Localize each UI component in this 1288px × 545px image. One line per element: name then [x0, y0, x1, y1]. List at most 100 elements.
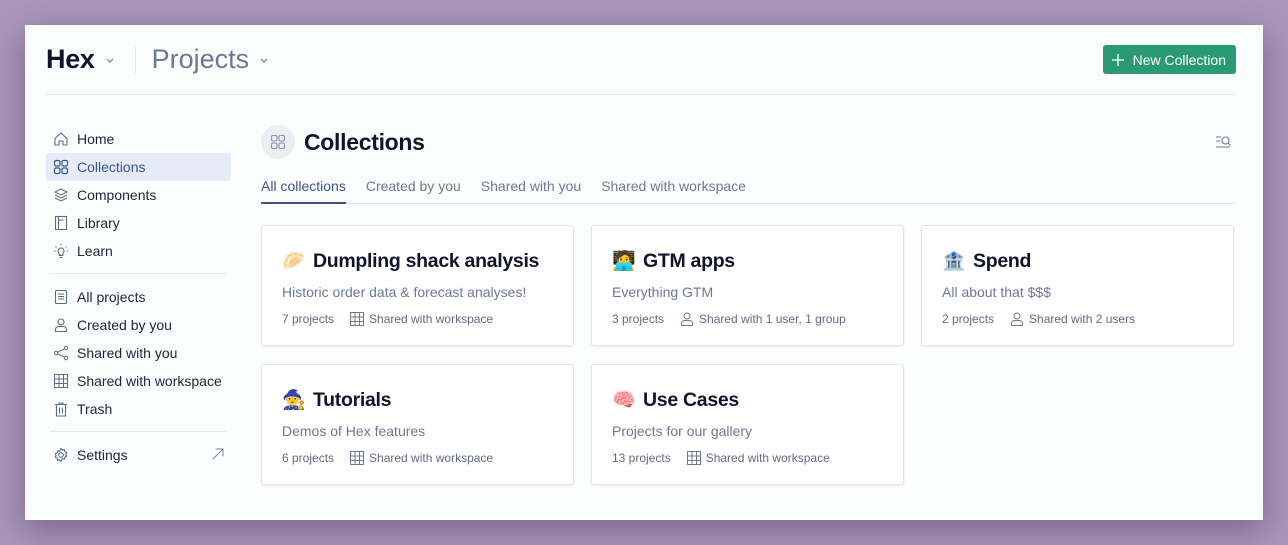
sidebar-item-home[interactable]: Home [46, 125, 231, 153]
dumpling-emoji-icon: 🥟 [282, 250, 306, 272]
new-collection-button[interactable]: New Collection [1102, 45, 1236, 74]
app-window: Hex Projects New Collection Home Collect… [25, 25, 1263, 520]
card-title-row: 🧙 Tutorials [282, 387, 553, 413]
project-count: 3 projects [612, 312, 665, 326]
collection-meta: 6 projects Shared with workspace [282, 450, 553, 466]
search-filter-icon [1216, 136, 1231, 148]
chevron-down-icon [106, 58, 114, 63]
collection-description: Projects for our gallery [612, 423, 753, 439]
sidebar-item-settings[interactable]: Settings [46, 441, 231, 469]
brain-emoji-icon: 🧠 [612, 389, 636, 411]
trash-icon [52, 400, 70, 418]
user-icon [679, 311, 695, 327]
section-name: Projects [151, 44, 250, 74]
collection-name: GTM apps [643, 249, 735, 272]
sidebar-item-label: Learn [77, 243, 113, 259]
sidebar-item-label: Collections [77, 159, 146, 175]
building-icon [349, 311, 365, 327]
sidebar-item-label: Settings [77, 447, 128, 463]
main-content: Collections All collections Created by y… [261, 125, 1236, 485]
divider [134, 46, 136, 73]
sidebar-item-label: Home [77, 131, 115, 147]
collections-icon [52, 158, 70, 176]
building-icon [349, 450, 365, 466]
bank-emoji-icon: 🏦 [942, 250, 966, 272]
collection-name: Use Cases [643, 388, 739, 411]
user-icon [1009, 311, 1025, 327]
home-icon [52, 130, 70, 148]
collections-grid: 🥟 Dumpling shack analysis Historic order… [261, 225, 1236, 485]
collection-name: Tutorials [313, 388, 392, 411]
building-icon [52, 372, 70, 390]
sidebar-item-created-by-you[interactable]: Created by you [46, 311, 231, 339]
document-icon [52, 288, 70, 306]
collection-card[interactable]: 🥟 Dumpling shack analysis Historic order… [261, 225, 574, 346]
search-filter-button[interactable] [1215, 134, 1233, 150]
external-link-icon [211, 447, 225, 464]
section-switcher[interactable]: Projects [152, 44, 272, 75]
project-count: 2 projects [942, 312, 995, 326]
collection-description: All about that $$$ [942, 284, 1051, 300]
mage-emoji-icon: 🧙 [282, 389, 306, 411]
sidebar-item-learn[interactable]: Learn [46, 237, 231, 265]
sharing-status: Shared with workspace [369, 451, 494, 465]
sharing-status: Shared with workspace [705, 451, 830, 465]
sidebar-item-label: Created by you [77, 317, 172, 333]
sidebar-item-shared-with-you[interactable]: Shared with you [46, 339, 231, 367]
building-icon [686, 450, 702, 466]
collections-icon [261, 125, 295, 159]
collection-meta: 2 projects Shared with 2 users [942, 311, 1213, 327]
tab-created-by-you[interactable]: Created by you [366, 176, 461, 203]
collection-meta: 3 projects Shared with 1 user, 1 group [612, 311, 883, 327]
sidebar-item-label: Trash [77, 401, 113, 417]
collection-meta: 7 projects Shared with workspace [282, 311, 553, 327]
sidebar-item-label: Shared with workspace [77, 373, 222, 389]
sidebar-item-label: Components [77, 187, 157, 203]
sharing-status: Shared with 1 user, 1 group [699, 312, 846, 326]
collection-card[interactable]: 🏦 Spend All about that $$$ 2 projects Sh… [921, 225, 1234, 346]
new-collection-label: New Collection [1132, 51, 1226, 68]
plus-icon [1111, 53, 1124, 66]
collection-card[interactable]: 🧑‍💻 GTM apps Everything GTM 3 projects S… [591, 225, 904, 346]
collection-card[interactable]: 🧙 Tutorials Demos of Hex features 6 proj… [261, 364, 574, 485]
user-icon [52, 316, 70, 334]
tab-all-collections[interactable]: All collections [261, 176, 346, 204]
collection-tabs: All collections Created by you Shared wi… [261, 176, 1236, 204]
collection-description: Everything GTM [612, 284, 714, 300]
collection-description: Historic order data & forecast analyses! [282, 284, 527, 300]
page-title: Collections [304, 128, 425, 155]
top-bar: Hex Projects New Collection [46, 25, 1236, 95]
gear-icon [52, 446, 70, 464]
card-title-row: 🧠 Use Cases [612, 387, 883, 413]
collection-description: Demos of Hex features [282, 423, 426, 439]
collection-name: Dumpling shack analysis [313, 249, 540, 272]
card-title-row: 🏦 Spend [942, 248, 1213, 274]
card-title-row: 🧑‍💻 GTM apps [612, 248, 883, 274]
lightbulb-icon [52, 242, 70, 260]
workspace-switcher[interactable]: Hex [46, 44, 117, 75]
sidebar-item-components[interactable]: Components [46, 181, 231, 209]
project-count: 7 projects [282, 312, 335, 326]
sidebar-item-shared-with-workspace[interactable]: Shared with workspace [46, 367, 231, 395]
workspace-name: Hex [46, 44, 95, 74]
sidebar-item-collections[interactable]: Collections [46, 153, 231, 181]
sidebar-item-trash[interactable]: Trash [46, 395, 231, 423]
card-title-row: 🥟 Dumpling shack analysis [282, 248, 553, 274]
sidebar-divider [50, 431, 227, 432]
tab-shared-with-you[interactable]: Shared with you [481, 176, 581, 203]
sidebar: Home Collections Components Library Lear… [46, 125, 231, 469]
tab-shared-with-workspace[interactable]: Shared with workspace [601, 176, 746, 203]
sidebar-item-label: Shared with you [77, 345, 178, 361]
page-header: Collections [261, 125, 1236, 159]
chevron-down-icon [260, 58, 268, 63]
layers-icon [52, 186, 70, 204]
collection-name: Spend [973, 249, 1032, 272]
collection-card[interactable]: 🧠 Use Cases Projects for our gallery 13 … [591, 364, 904, 485]
sidebar-item-all-projects[interactable]: All projects [46, 283, 231, 311]
sidebar-item-label: All projects [77, 289, 146, 305]
collection-meta: 13 projects Shared with workspace [612, 450, 883, 466]
project-count: 6 projects [282, 451, 335, 465]
sharing-status: Shared with 2 users [1029, 312, 1136, 326]
sidebar-item-library[interactable]: Library [46, 209, 231, 237]
sidebar-divider [50, 273, 227, 274]
